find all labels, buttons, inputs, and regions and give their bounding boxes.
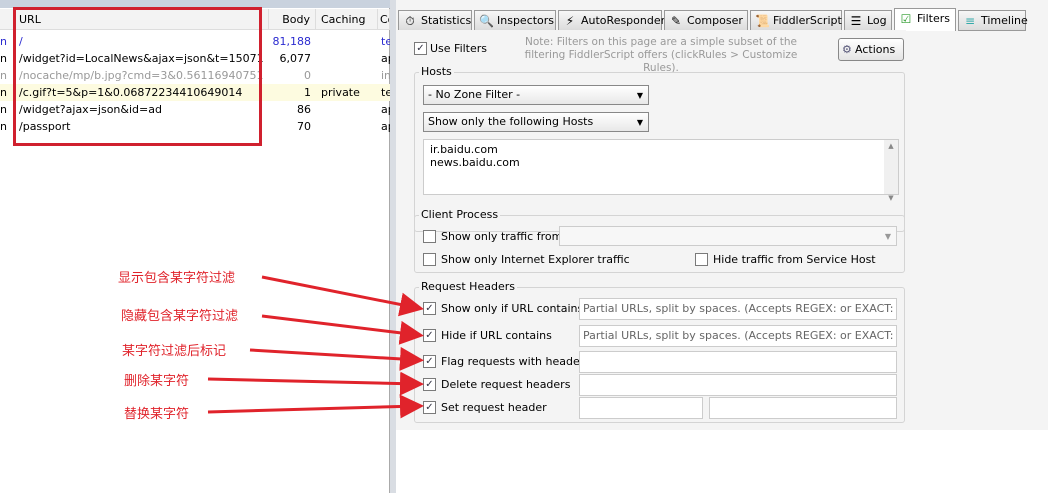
arrow-flag — [249, 346, 424, 371]
arrow-set — [207, 394, 424, 419]
arrow-hide-url — [261, 314, 424, 345]
arrow-show-url — [261, 275, 424, 317]
arrow-delete — [207, 371, 424, 396]
annotation-arrows — [207, 275, 424, 419]
